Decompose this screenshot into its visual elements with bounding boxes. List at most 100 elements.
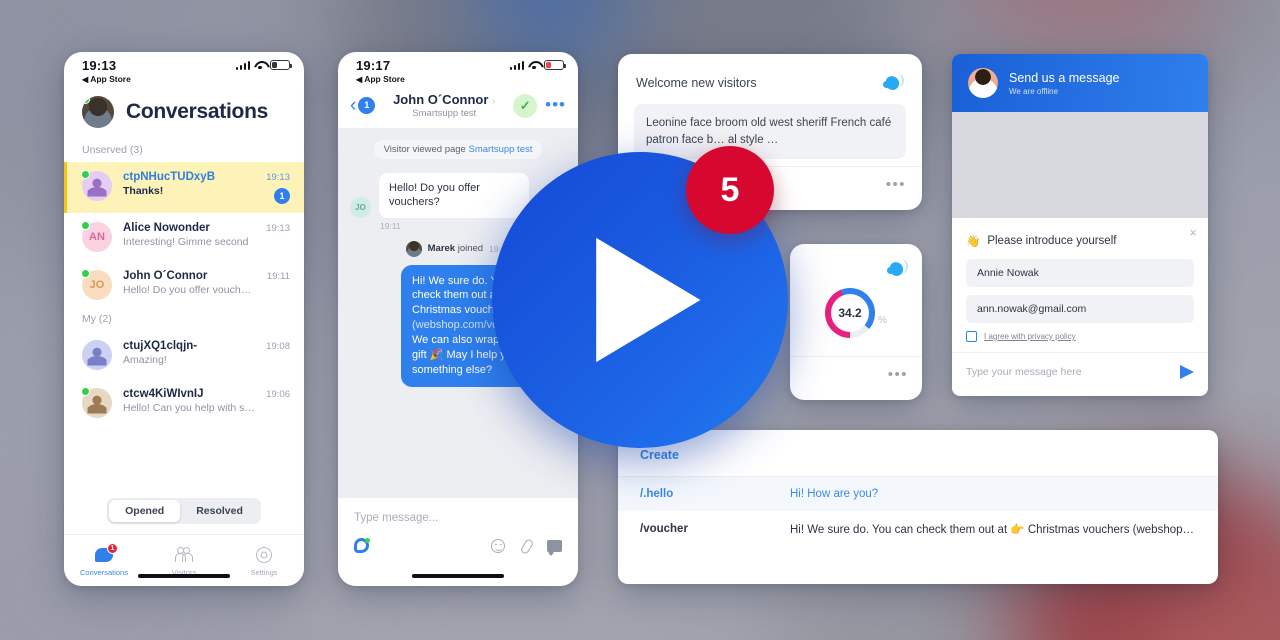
chat-header: ‹ 1 John O´Connor › Smartsupp test ✓ ••• bbox=[338, 90, 578, 129]
conversion-rate-card: 34.2 % ••• bbox=[790, 244, 922, 400]
avatar bbox=[81, 170, 112, 201]
joined-verb: joined bbox=[455, 243, 484, 255]
canned-reply-icon[interactable] bbox=[547, 539, 562, 552]
widget-composer: Type your message here bbox=[952, 352, 1208, 391]
conversations-header: Conversations bbox=[64, 90, 304, 140]
chat-title-block[interactable]: John O´Connor › Smartsupp test bbox=[383, 92, 505, 119]
privacy-checkbox[interactable] bbox=[966, 331, 977, 342]
attachment-icon[interactable] bbox=[519, 539, 533, 553]
email-field[interactable]: ann.nowak@gmail.com bbox=[966, 295, 1194, 323]
avatar-initials: AN bbox=[89, 231, 105, 243]
conversation-list-item[interactable]: ctpNHucTUDxyB Thanks! 19:13 1 bbox=[64, 162, 304, 213]
waving-hand-emoji-icon: 👋 bbox=[966, 236, 981, 248]
avatar: JO bbox=[81, 269, 112, 300]
conversation-list-item[interactable]: ctujXQ1clqjn- Amazing! 19:08 bbox=[64, 331, 304, 379]
shortcut-text: Hi! How are you? bbox=[790, 488, 879, 500]
conversation-name: ctpNHucTUDxyB bbox=[123, 171, 216, 183]
message-input[interactable]: Type message... bbox=[354, 512, 562, 524]
conversation-preview: Hello! Do you offer vouchers? bbox=[123, 284, 256, 296]
more-options-icon[interactable]: ••• bbox=[888, 368, 908, 382]
widget-intro-title: Please introduce yourself bbox=[987, 235, 1117, 247]
emoji-icon[interactable] bbox=[491, 538, 505, 553]
widget-message-input[interactable]: Type your message here bbox=[966, 366, 1180, 378]
chevron-right-icon: › bbox=[492, 96, 496, 107]
chat-contact-name: John O´Connor bbox=[393, 92, 489, 107]
bottom-tab-bar: 1 Conversations Visitors Settings bbox=[64, 534, 304, 586]
tab-conversations[interactable]: 1 Conversations bbox=[64, 542, 144, 577]
conversation-preview: Amazing! bbox=[123, 354, 167, 366]
waving-hand-icon bbox=[882, 72, 904, 94]
avatar bbox=[405, 240, 422, 257]
gear-icon bbox=[256, 546, 272, 563]
back-unread-count: 1 bbox=[358, 97, 376, 114]
conversation-name: John O´Connor bbox=[123, 270, 208, 282]
status-back-to-app-store[interactable]: ◀ App Store bbox=[356, 74, 562, 84]
widget-header: Send us a message We are offline bbox=[952, 54, 1208, 112]
percent-symbol: % bbox=[878, 315, 887, 326]
waving-hand-icon bbox=[886, 258, 908, 280]
filter-resolved-button[interactable]: Resolved bbox=[180, 500, 259, 522]
resolve-button[interactable]: ✓ bbox=[513, 93, 538, 118]
tab-label: Conversations bbox=[80, 567, 128, 577]
online-status-dot bbox=[81, 221, 90, 230]
section-label-unserved: Unserved (3) bbox=[82, 144, 143, 156]
status-indicators bbox=[509, 60, 566, 70]
avatar bbox=[81, 387, 112, 418]
avatar: JO bbox=[350, 196, 371, 218]
chat-subtitle: Smartsupp test bbox=[412, 108, 477, 119]
avatar-initials: JO bbox=[89, 279, 105, 291]
name-field[interactable]: Annie Nowak bbox=[966, 259, 1194, 287]
status-back-to-app-store[interactable]: ◀ App Store bbox=[82, 74, 288, 84]
home-indicator bbox=[412, 574, 504, 578]
close-icon[interactable]: × bbox=[1189, 225, 1197, 240]
back-arrow-icon: ◀ bbox=[82, 75, 89, 84]
status-bar: 19:17 ◀ App Store bbox=[338, 52, 578, 90]
card-title: Welcome new visitors bbox=[636, 76, 757, 90]
conversation-list-item[interactable]: AN Alice Nowonder Interesting! Gimme sec… bbox=[64, 213, 304, 261]
filter-opened-button[interactable]: Opened bbox=[109, 500, 181, 522]
card-header: Welcome new visitors bbox=[618, 54, 922, 104]
chat-composer: Type message... bbox=[338, 498, 578, 586]
conversation-list-item[interactable]: ctcw4KiWIvnIJ Hello! Can you help with s… bbox=[64, 379, 304, 427]
tab-settings[interactable]: Settings bbox=[224, 545, 304, 577]
conversation-time: 19:11 bbox=[266, 271, 290, 282]
battery-icon bbox=[544, 60, 566, 70]
conversation-preview: Hello! Can you help with something? bbox=[123, 402, 255, 414]
chat-bubble-icon: 1 bbox=[95, 542, 118, 562]
phone-conversations-screen: 19:13 ◀ App Store Conversations Unserved… bbox=[64, 52, 304, 586]
privacy-policy-link[interactable]: I agree with privacy policy bbox=[984, 332, 1076, 341]
table-row[interactable]: /.hello Hi! How are you? bbox=[618, 477, 1218, 511]
status-bar: 19:13 ◀ App Store bbox=[64, 52, 304, 90]
online-status-dot bbox=[82, 96, 90, 104]
shortcut-text: Hi! We sure do. You can check them out a… bbox=[790, 524, 1196, 536]
back-button[interactable]: ‹ 1 bbox=[350, 96, 376, 115]
home-indicator bbox=[138, 574, 230, 578]
chat-widget: Send us a message We are offline × 👋 Ple… bbox=[952, 54, 1208, 396]
online-status-dot bbox=[81, 269, 90, 278]
send-icon[interactable] bbox=[1180, 365, 1194, 379]
conversation-list-item[interactable]: JO John O´Connor Hello! Do you offer vou… bbox=[64, 261, 304, 309]
privacy-consent-row[interactable]: I agree with privacy policy bbox=[966, 331, 1194, 342]
donut-center-value: 34.2 bbox=[838, 306, 862, 320]
cellular-signal-icon bbox=[509, 60, 524, 70]
status-back-label: App Store bbox=[364, 74, 405, 84]
more-options-icon[interactable]: ••• bbox=[886, 178, 906, 192]
more-options-icon[interactable]: ••• bbox=[545, 96, 566, 113]
tab-visitors[interactable]: Visitors bbox=[144, 545, 224, 577]
status-back-label: App Store bbox=[90, 74, 131, 84]
conversation-name: ctcw4KiWIvnIJ bbox=[123, 388, 204, 400]
smartsupp-logo-icon[interactable] bbox=[354, 538, 370, 553]
donut-chart: 34.2 % bbox=[790, 288, 922, 338]
widget-intro-heading: 👋 Please introduce yourself bbox=[966, 234, 1194, 248]
agent-avatar[interactable] bbox=[82, 96, 114, 128]
system-event-text: Visitor viewed page bbox=[383, 144, 469, 155]
widget-title: Send us a message bbox=[1009, 70, 1120, 85]
create-shortcut-button[interactable]: Create bbox=[640, 448, 679, 462]
page-title: Conversations bbox=[126, 100, 268, 123]
battery-icon bbox=[270, 60, 292, 70]
avatar bbox=[82, 340, 112, 370]
wifi-icon bbox=[528, 61, 540, 70]
shortcut-key: /.hello bbox=[640, 488, 674, 500]
conversation-time: 19:08 bbox=[266, 341, 290, 352]
table-row[interactable]: /voucher Hi! We sure do. You can check t… bbox=[618, 511, 1218, 547]
